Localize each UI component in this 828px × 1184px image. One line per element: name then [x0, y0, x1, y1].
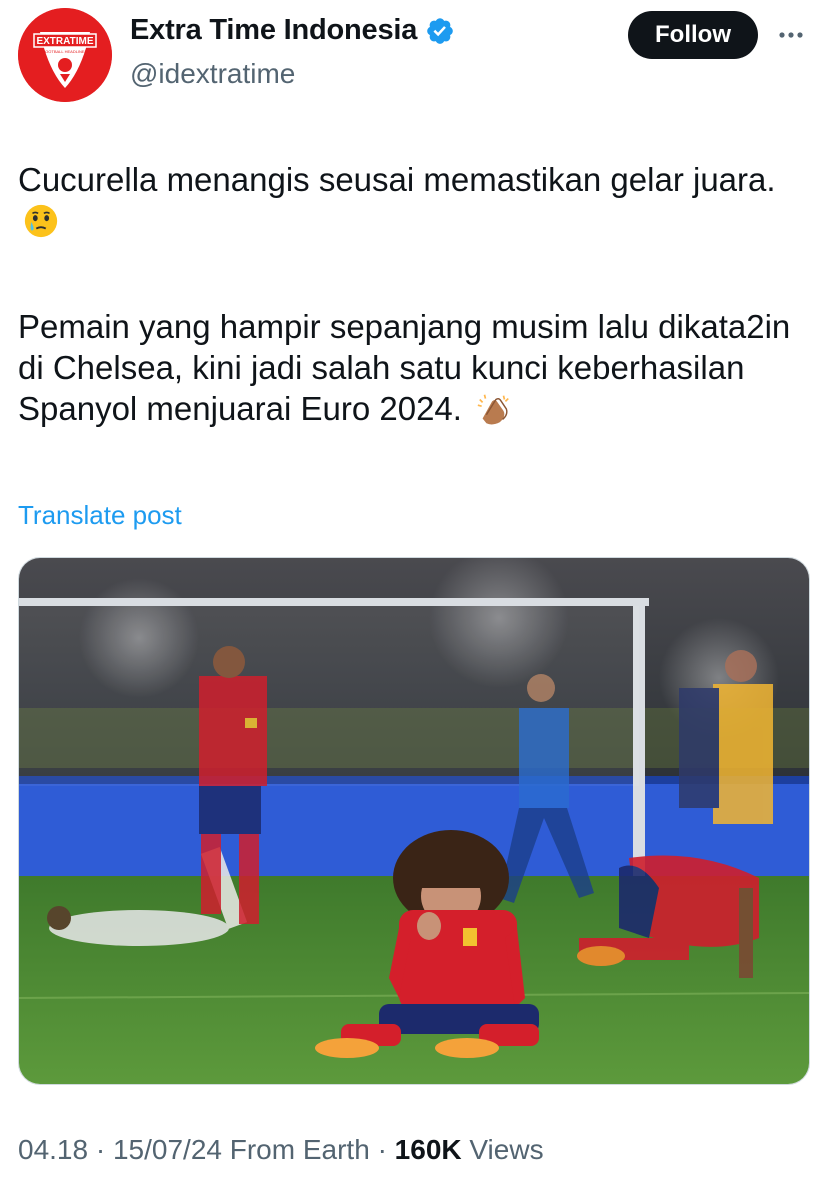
- tweet-paragraph-1: Cucurella menangis seusai memastikan gel…: [18, 159, 808, 241]
- post-date[interactable]: 15/07/24: [113, 1134, 222, 1165]
- tweet-photo[interactable]: [18, 557, 810, 1085]
- views-label: Views: [469, 1134, 544, 1165]
- meta-separator-2: ·: [377, 1134, 387, 1165]
- follow-button[interactable]: Follow: [628, 11, 758, 59]
- football-photo: [19, 558, 809, 1084]
- post-source: From Earth: [229, 1134, 370, 1165]
- avatar[interactable]: EXTRATIME FOOTBALL HEADLINES: [18, 8, 112, 102]
- logo-wordmark: EXTRATIME: [36, 36, 93, 47]
- meta-separator: ·: [95, 1134, 106, 1165]
- display-name[interactable]: Extra Time Indonesia: [130, 14, 417, 47]
- more-options-icon[interactable]: [774, 18, 808, 52]
- logo-tagline: FOOTBALL HEADLINES: [43, 49, 88, 54]
- verified-badge-icon: [425, 16, 455, 46]
- tweet-paragraph-2-text: Pemain yang hampir sepanjang musim lalu …: [18, 308, 791, 427]
- tweet-paragraph-1-text: Cucurella menangis seusai memastikan gel…: [18, 161, 776, 198]
- user-handle[interactable]: @idextratime: [130, 58, 295, 90]
- face-holding-back-tears-emoji: [22, 202, 60, 240]
- post-time[interactable]: 04.18: [18, 1134, 88, 1165]
- translate-post-link[interactable]: Translate post: [18, 500, 182, 531]
- views-count[interactable]: 160K: [395, 1134, 462, 1165]
- tweet-meta: 04.18 · 15/07/24 From Earth · 160K Views: [18, 1134, 544, 1166]
- extratime-logo: EXTRATIME FOOTBALL HEADLINES: [18, 8, 112, 102]
- tweet-paragraph-2: Pemain yang hampir sepanjang musim lalu …: [18, 306, 808, 429]
- author-name-row[interactable]: Extra Time Indonesia: [130, 14, 455, 47]
- clapping-hands-emoji: [475, 390, 513, 428]
